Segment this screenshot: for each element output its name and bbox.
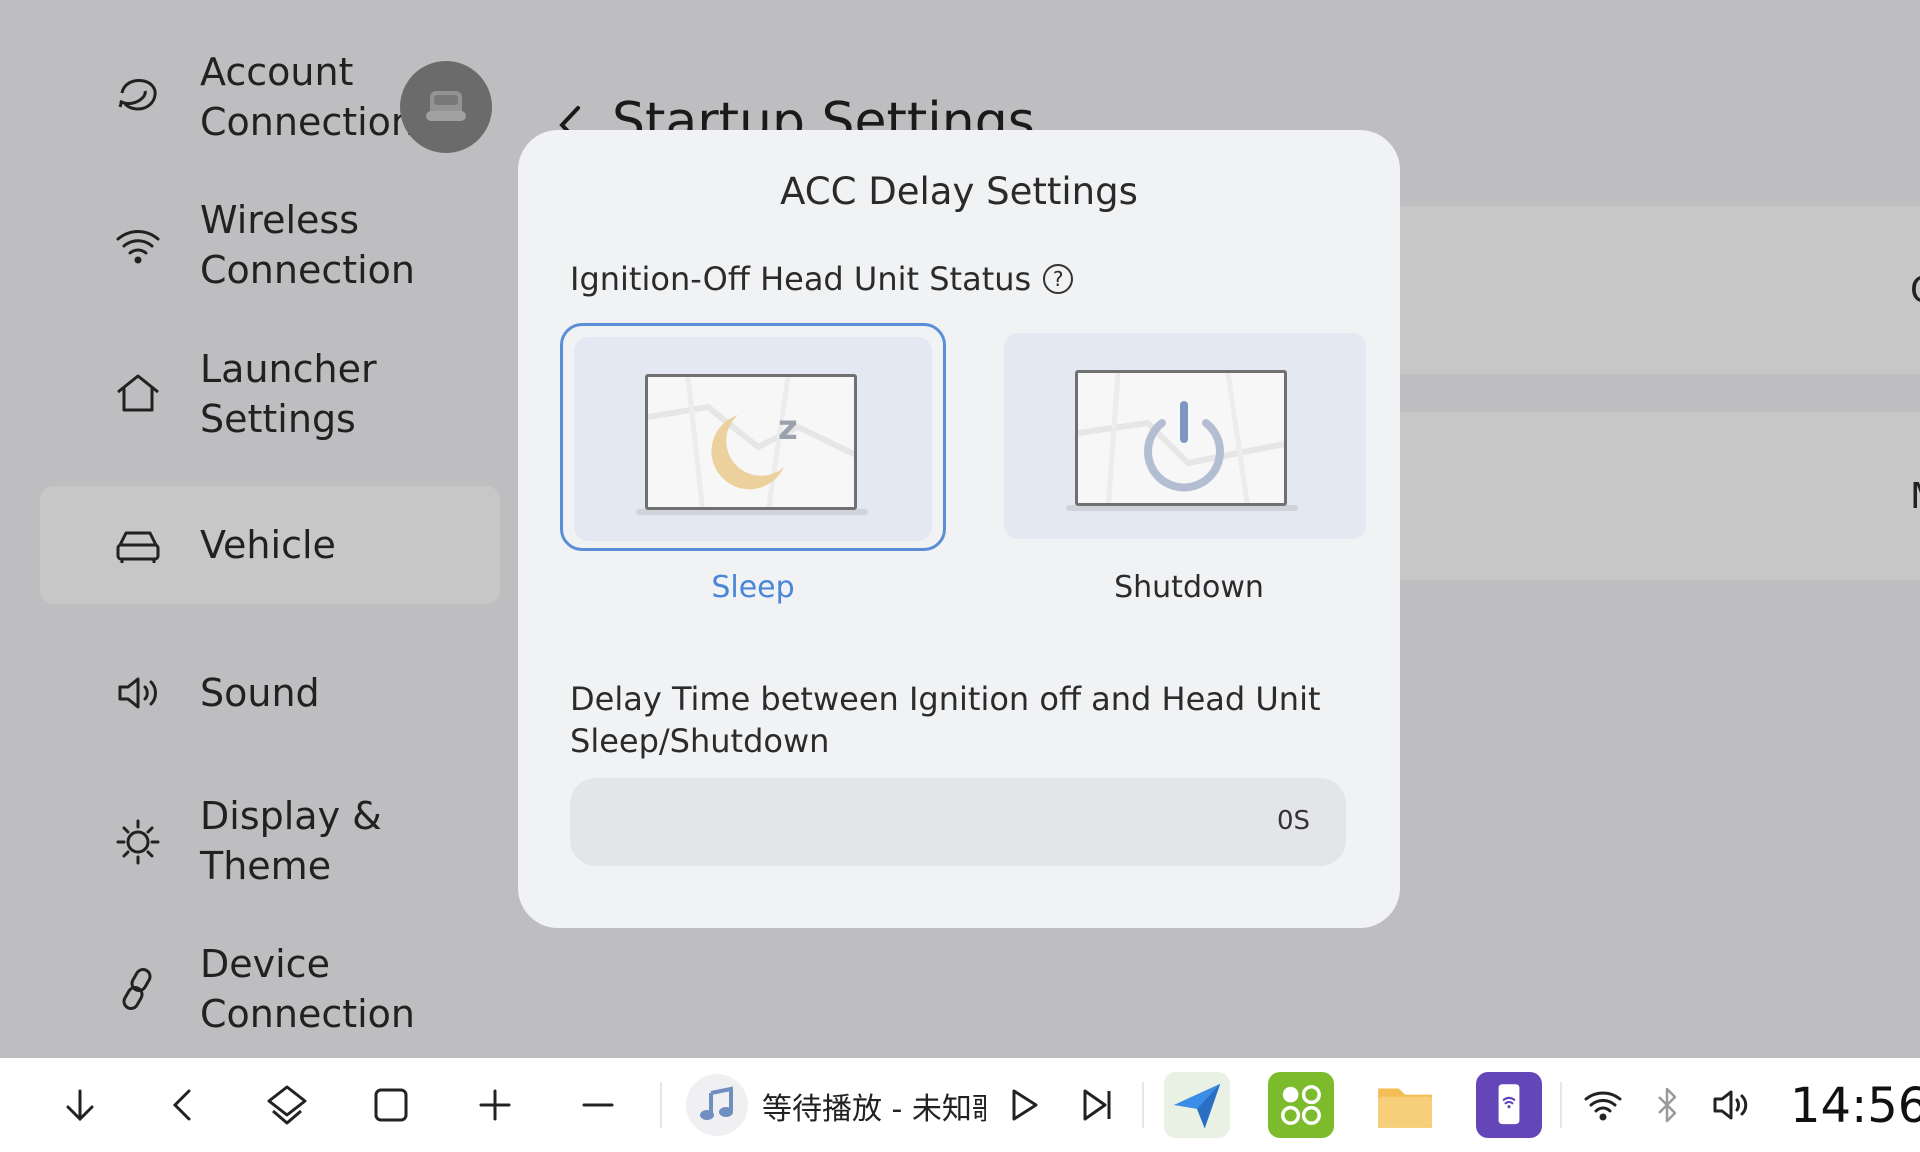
apps-grid-icon — [1281, 1085, 1321, 1125]
bluetooth-icon — [1658, 1087, 1677, 1123]
volume-up-plus-icon — [479, 1089, 511, 1121]
volume-up-button[interactable] — [470, 1080, 520, 1130]
multi-window-icon — [267, 1085, 307, 1125]
taskbar: 等待播放 - 未知歌手 14:56 — [0, 1058, 1920, 1152]
phone-mirror-app[interactable] — [1476, 1072, 1542, 1138]
wifi-status[interactable] — [1578, 1080, 1628, 1130]
clock: 14:56 — [1790, 1078, 1920, 1134]
speaker-icon — [1713, 1090, 1748, 1120]
play-button[interactable] — [998, 1080, 1048, 1130]
music-title[interactable]: 等待播放 - 未知歌手 — [762, 1084, 986, 1128]
shutdown-option-card — [1004, 333, 1366, 539]
music-note-icon — [700, 1086, 733, 1120]
acc-delay-dialog: ACC Delay Settings Ignition-Off Head Uni… — [518, 130, 1400, 928]
volume-status[interactable] — [1706, 1080, 1756, 1130]
collapse-down-button[interactable] — [55, 1080, 105, 1130]
sleep-option-label[interactable]: Sleep — [560, 570, 946, 605]
navigation-app-icon — [1173, 1083, 1221, 1129]
wifi-icon — [1584, 1091, 1622, 1121]
status-section-label: Ignition-Off Head Unit Status ? — [570, 260, 1074, 298]
delay-time-value: 0S — [1276, 806, 1310, 836]
next-track-button[interactable] — [1072, 1080, 1122, 1130]
dialog-title: ACC Delay Settings — [780, 170, 1138, 213]
back-icon — [172, 1089, 191, 1121]
next-track-icon — [1083, 1089, 1111, 1121]
moon-sleep-icon: z — [645, 374, 857, 510]
square-icon — [374, 1088, 408, 1122]
music-cover[interactable] — [686, 1074, 748, 1136]
apps-grid-app[interactable] — [1268, 1072, 1334, 1138]
shutdown-option-label[interactable]: Shutdown — [996, 570, 1382, 605]
phone-mirror-app-icon — [1498, 1084, 1520, 1125]
help-icon[interactable]: ? — [1043, 264, 1074, 294]
divider — [1560, 1082, 1562, 1128]
volume-down-button[interactable] — [573, 1080, 623, 1130]
delay-time-selector[interactable]: 0S — [570, 778, 1346, 866]
volume-down-minus-icon — [582, 1103, 614, 1107]
collapse-down-icon — [66, 1089, 94, 1122]
sleep-option[interactable]: z — [560, 323, 946, 551]
play-icon — [1012, 1089, 1038, 1121]
bluetooth-status[interactable] — [1642, 1080, 1692, 1130]
shutdown-option[interactable] — [988, 323, 1374, 551]
sleep-option-card: z — [574, 337, 932, 541]
divider — [660, 1082, 662, 1128]
multi-window-button[interactable] — [262, 1080, 312, 1130]
files-app[interactable] — [1372, 1072, 1438, 1138]
recents-button[interactable] — [366, 1080, 416, 1130]
delay-time-label: Delay Time between Ignition off and Head… — [570, 680, 1321, 760]
navigation-app[interactable] — [1164, 1072, 1230, 1138]
power-icon — [1075, 370, 1287, 506]
svg-text:z: z — [778, 408, 798, 448]
divider — [1142, 1082, 1144, 1128]
files-app-icon — [1378, 1088, 1432, 1128]
status-label-text: Ignition-Off Head Unit Status — [570, 260, 1032, 298]
back-button[interactable] — [158, 1080, 208, 1130]
